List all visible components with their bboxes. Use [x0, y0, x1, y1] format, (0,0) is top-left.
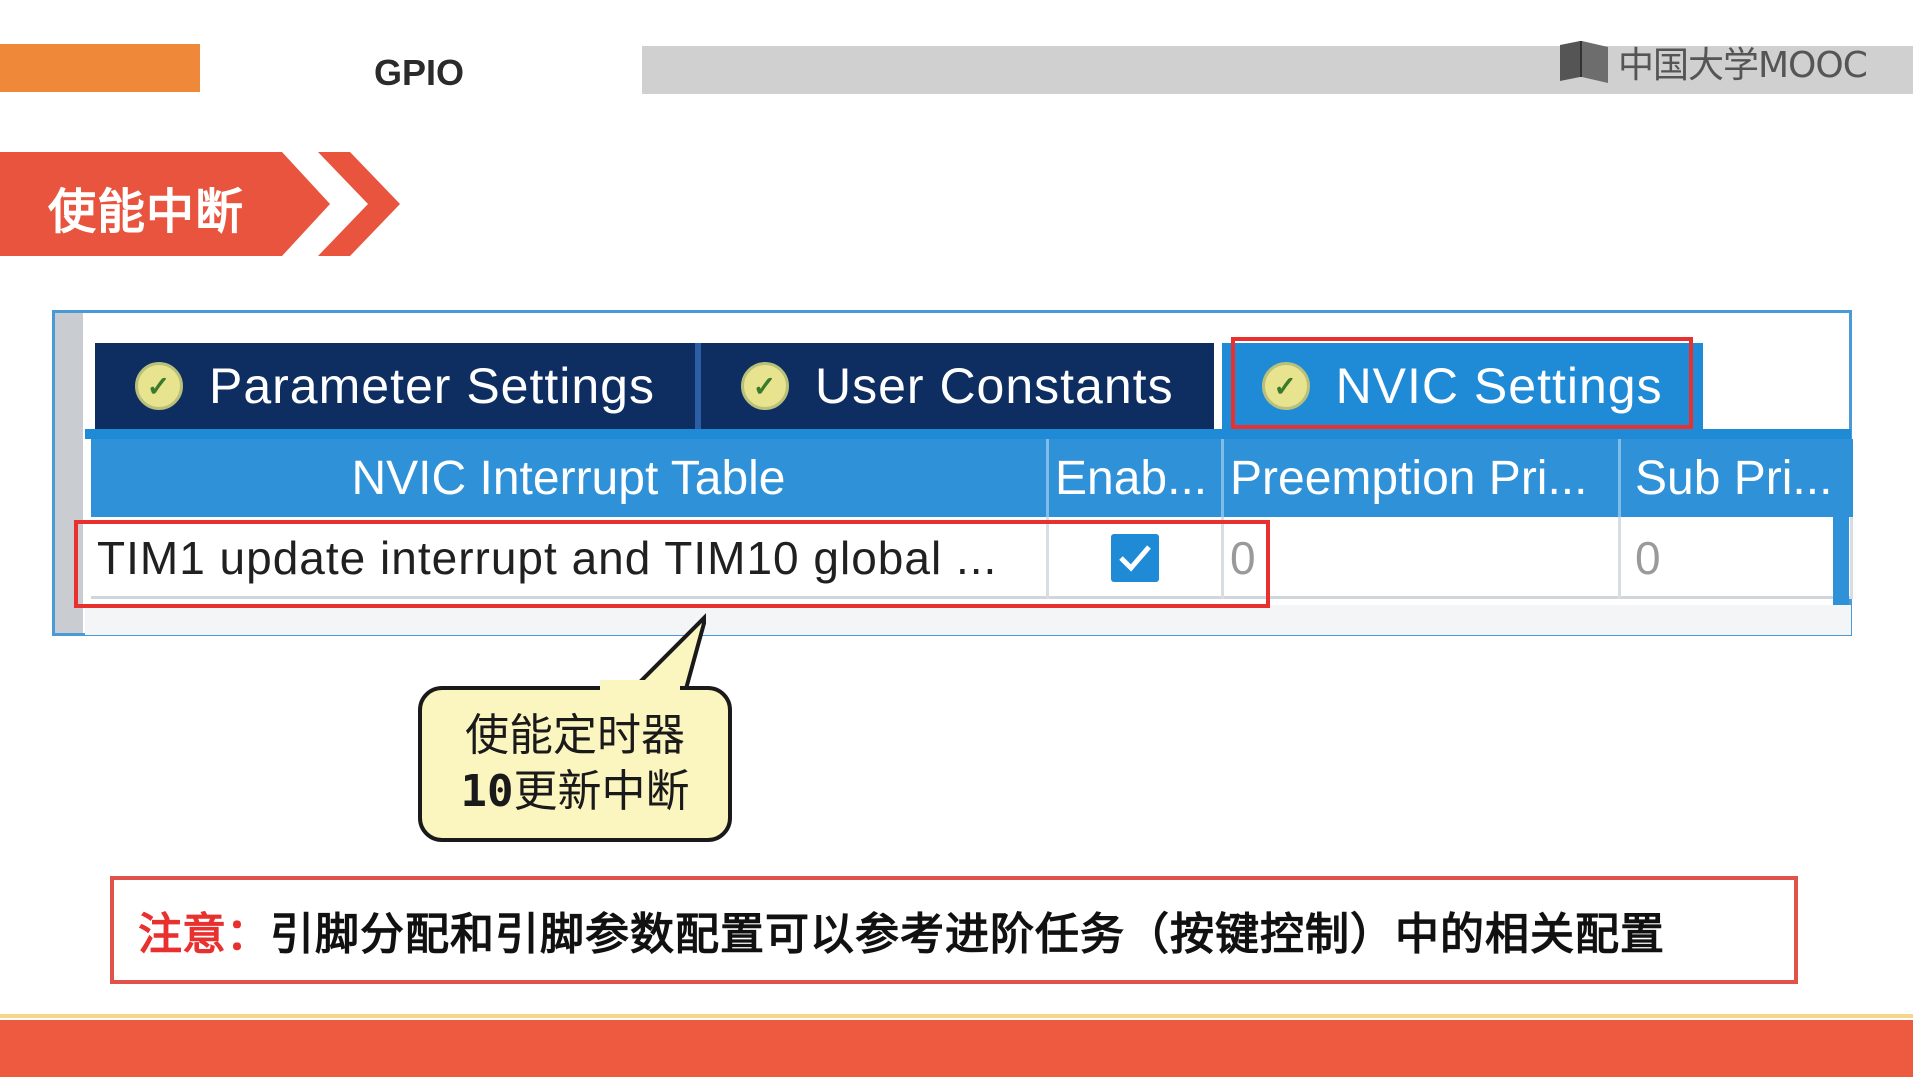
- tab-highlight-box: [1231, 337, 1693, 429]
- check-circle-icon: ✓: [135, 362, 183, 410]
- panel-bottom-area: [85, 605, 1851, 635]
- column-header-interrupt[interactable]: NVIC Interrupt Table: [91, 439, 1049, 517]
- page-title: GPIO: [374, 52, 465, 93]
- sub-priority-cell[interactable]: 0: [1621, 517, 1853, 599]
- book-icon: [1560, 41, 1608, 83]
- column-header-preemption-priority[interactable]: Preemption Pri...: [1224, 439, 1621, 517]
- mooc-logo: 中国大学MOOC: [1558, 38, 1868, 86]
- callout-line2: 10更新中断: [461, 764, 690, 820]
- tab-label: User Constants: [814, 358, 1174, 414]
- preemption-priority-cell[interactable]: 0: [1224, 517, 1621, 599]
- header-accent-bar: [0, 44, 200, 92]
- column-header-sub-priority[interactable]: Sub Pri...: [1621, 439, 1853, 517]
- tab-underline: [85, 429, 1851, 439]
- chevron-right-icon: [318, 152, 400, 256]
- callout-bubble: 使能定时器 10更新中断: [418, 686, 732, 842]
- callout-line1: 使能定时器: [465, 710, 685, 761]
- footer-line: [0, 1014, 1913, 1018]
- callout-line2-text: 更新中断: [513, 766, 690, 817]
- note-box: 注意： 引脚分配和引脚参数配置可以参考进阶任务（按键控制）中的相关配置: [110, 876, 1798, 984]
- callout-tail-joint: [600, 680, 680, 692]
- logo-text: 中国大学MOOC: [1618, 45, 1868, 86]
- footer-bar: [0, 1020, 1913, 1077]
- callout-number: 10: [460, 766, 514, 817]
- table-header-row: NVIC Interrupt Table Enab... Preemption …: [91, 439, 1853, 517]
- note-text: 引脚分配和引脚参数配置可以参考进阶任务（按键控制）中的相关配置: [270, 909, 1665, 960]
- tab-user-constants[interactable]: ✓ User Constants: [700, 343, 1214, 429]
- tab-label: Parameter Settings: [209, 358, 655, 414]
- column-header-enabled[interactable]: Enab...: [1049, 439, 1224, 517]
- tab-parameter-settings[interactable]: ✓ Parameter Settings: [95, 343, 695, 429]
- check-circle-icon: ✓: [740, 362, 789, 410]
- note-label: 注意：: [138, 909, 270, 960]
- section-title: 使能中断: [48, 184, 245, 240]
- row-highlight-box: [74, 520, 1270, 608]
